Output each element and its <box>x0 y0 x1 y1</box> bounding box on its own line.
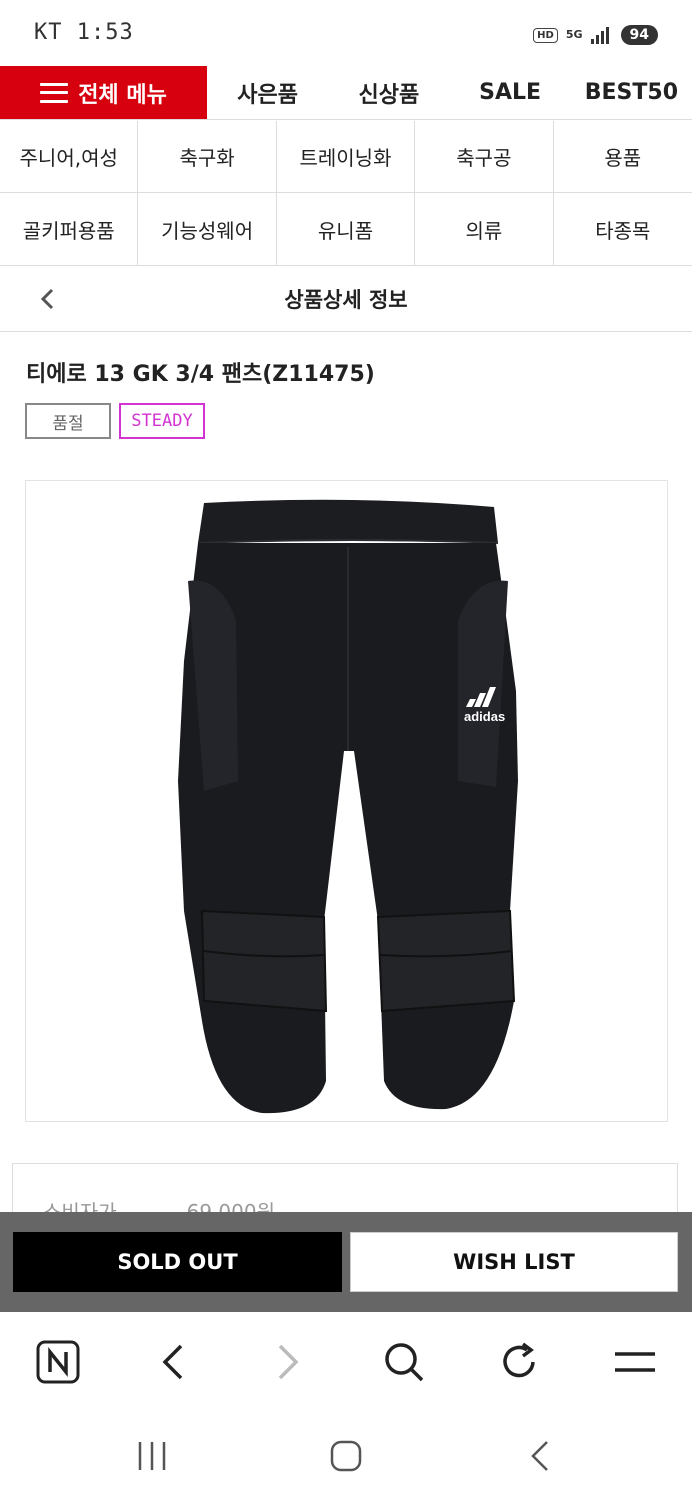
status-time: KT 1:53 <box>34 20 134 45</box>
category-soccer-shoes[interactable]: 축구화 <box>138 121 277 193</box>
back-button[interactable] <box>32 284 62 314</box>
all-menu-label: 전체 메뉴 <box>78 82 167 108</box>
refresh-icon <box>503 1342 535 1378</box>
chevron-left-icon <box>40 288 54 310</box>
category-junior-women[interactable]: 주니어,여성 <box>0 121 139 193</box>
back-icon <box>531 1441 548 1471</box>
hamburger-icon <box>40 82 69 103</box>
top-nav: 전체 메뉴 사은품 신상품 SALE BEST50 <box>0 66 692 120</box>
home-button[interactable] <box>326 1436 366 1476</box>
status-bar: KT 1:53 HD 5G 94 <box>0 0 692 66</box>
product-image[interactable]: adidas <box>25 480 668 1122</box>
product-badges: 품절 STEADY <box>25 403 205 439</box>
steady-badge: STEADY <box>119 403 205 439</box>
system-nav <box>0 1412 692 1500</box>
signal-icon <box>590 26 609 44</box>
browser-toolbar <box>0 1312 692 1412</box>
product-name: 티에로 13 GK 3/4 팬츠(Z11475) <box>26 362 375 387</box>
nav-item-sale[interactable]: SALE <box>450 66 571 119</box>
browser-menu-button[interactable] <box>610 1337 660 1387</box>
category-grid: 주니어,여성 축구화 트레이닝화 축구공 용품 골키퍼용품 기능성웨어 유니폼 … <box>0 121 692 266</box>
naver-home-button[interactable] <box>33 1337 83 1387</box>
category-uniform[interactable]: 유니폼 <box>277 193 416 265</box>
category-soccer-ball[interactable]: 축구공 <box>415 121 554 193</box>
browser-back-button[interactable] <box>147 1337 197 1387</box>
menu-icon <box>615 1352 655 1372</box>
nav-item-gift[interactable]: 사은품 <box>207 66 328 119</box>
battery-icon: 94 <box>620 25 658 45</box>
page-title: 상품상세 정보 <box>284 287 408 312</box>
nav-item-new[interactable]: 신상품 <box>328 66 449 119</box>
all-menu-button[interactable]: 전체 메뉴 <box>0 66 207 119</box>
svg-text:adidas: adidas <box>464 709 505 724</box>
category-functional-wear[interactable]: 기능성웨어 <box>138 193 277 265</box>
goalkeeper-pants-image: adidas <box>178 499 518 1114</box>
recents-icon <box>138 1442 166 1470</box>
browser-forward-button[interactable] <box>264 1337 314 1387</box>
category-equipment[interactable]: 용품 <box>553 121 692 193</box>
back-icon <box>162 1344 183 1380</box>
naver-home-icon <box>36 1340 80 1384</box>
recents-button[interactable] <box>132 1436 172 1476</box>
category-training-shoes[interactable]: 트레이닝화 <box>276 121 416 193</box>
category-apparel[interactable]: 의류 <box>415 193 554 265</box>
browser-refresh-button[interactable] <box>494 1337 544 1387</box>
forward-icon <box>278 1344 299 1380</box>
network-5g-icon: 5G <box>565 28 583 41</box>
system-back-button[interactable] <box>520 1436 560 1476</box>
search-icon <box>385 1343 424 1382</box>
soldout-badge: 품절 <box>25 403 111 439</box>
status-icons: HD 5G 94 <box>533 22 658 48</box>
home-icon <box>330 1440 362 1472</box>
category-goalkeeper[interactable]: 골키퍼용품 <box>0 193 139 265</box>
sold-out-button[interactable]: SOLD OUT <box>13 1232 342 1292</box>
wish-list-button[interactable]: WISH LIST <box>350 1232 678 1292</box>
page-header: 상품상세 정보 <box>0 266 692 332</box>
nav-item-best50[interactable]: BEST50 <box>571 66 692 119</box>
category-other-sports[interactable]: 타종목 <box>554 193 692 265</box>
hd-icon: HD <box>533 27 558 43</box>
browser-search-button[interactable] <box>379 1337 429 1387</box>
action-bar: SOLD OUT WISH LIST <box>0 1212 692 1312</box>
